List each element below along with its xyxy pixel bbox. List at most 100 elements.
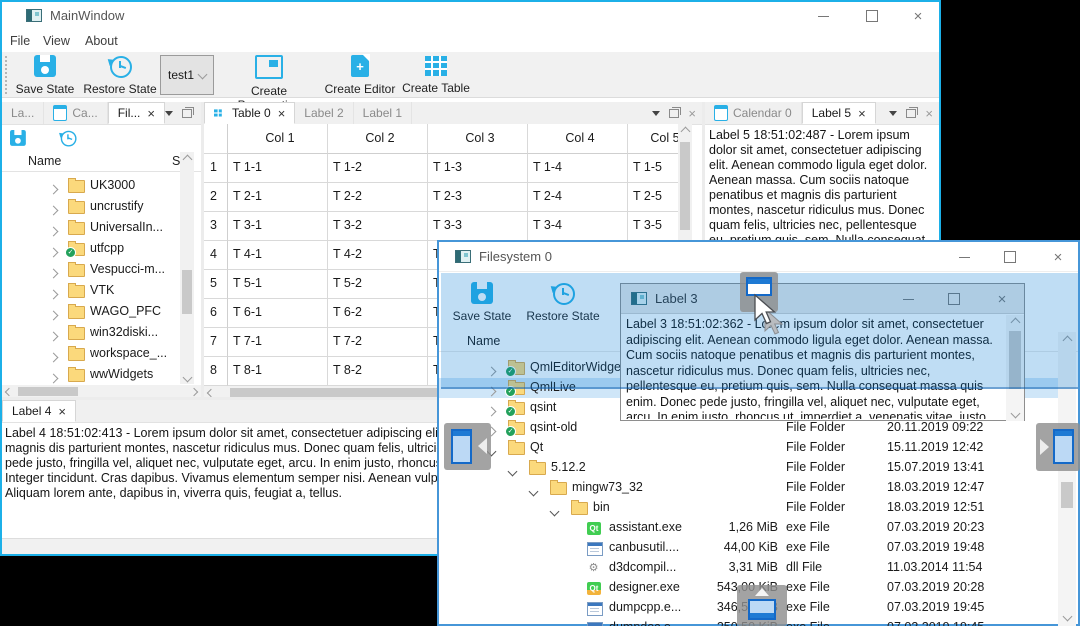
table-cell[interactable]: T 2-3 <box>428 183 528 212</box>
menu-about[interactable]: About <box>85 34 118 48</box>
expand-chevron-icon[interactable] <box>48 182 59 196</box>
tab-menu-icon[interactable] <box>889 110 898 116</box>
create-editor-button[interactable]: Create Editor <box>322 54 398 96</box>
expand-chevron-icon[interactable] <box>528 484 539 498</box>
table-cell[interactable]: T 8-2 <box>328 357 428 386</box>
fs-tree-item[interactable]: bin File Folder 18.03.2019 12:51 <box>439 498 1058 518</box>
expand-chevron-icon[interactable] <box>48 350 59 364</box>
row-header[interactable]: 8 <box>204 357 228 386</box>
undock-icon[interactable] <box>181 106 194 118</box>
undock-icon[interactable] <box>669 106 682 118</box>
close-button[interactable]: × <box>903 5 933 27</box>
minimize-button[interactable] <box>949 246 979 268</box>
tree-item[interactable]: win32diski... <box>2 323 180 344</box>
drop-indicator-left[interactable] <box>444 423 491 470</box>
table-cell[interactable]: T 1-1 <box>228 154 328 183</box>
drop-indicator-right[interactable] <box>1036 423 1080 471</box>
table-cell[interactable]: T 1-5 <box>628 154 678 183</box>
tab-filesystem[interactable]: Fil... × <box>107 102 165 124</box>
expand-chevron-icon[interactable] <box>486 404 497 418</box>
expand-chevron-icon[interactable] <box>48 329 59 343</box>
row-header[interactable]: 3 <box>204 212 228 241</box>
minimize-button[interactable] <box>808 5 838 27</box>
fs-tree-item[interactable]: qsint-old File Folder 20.11.2019 09:22 <box>439 418 1058 438</box>
tab-label0[interactable]: La... <box>2 102 45 124</box>
table-cell[interactable]: T 3-2 <box>328 212 428 241</box>
tab-calendar[interactable]: Ca... <box>44 102 108 124</box>
tab-close-icon[interactable]: × <box>278 106 286 121</box>
table-cell[interactable]: T 6-1 <box>228 299 328 328</box>
main-titlebar[interactable]: MainWindow × <box>2 2 939 30</box>
column-header[interactable]: Col 3 <box>428 124 528 154</box>
column-header[interactable]: Col 5 <box>628 124 678 154</box>
tree-item[interactable]: uncrustify <box>2 197 180 218</box>
table-cell[interactable]: T 2-2 <box>328 183 428 212</box>
tab-label1[interactable]: Label 1 <box>354 102 413 124</box>
table-cell[interactable]: T 4-2 <box>328 241 428 270</box>
table-cell[interactable]: T 7-1 <box>228 328 328 357</box>
tab-close-icon[interactable]: × <box>858 106 866 121</box>
tab-menu-icon[interactable] <box>164 110 173 116</box>
fs-tree-item[interactable]: ⚙ d3dcompil... 3,31 MiB dll File 11.03.2014 … <box>439 558 1058 578</box>
table-cell[interactable]: T 3-5 <box>628 212 678 241</box>
table-cell[interactable]: T 2-1 <box>228 183 328 212</box>
row-header[interactable]: 2 <box>204 183 228 212</box>
menu-file[interactable]: File <box>10 34 30 48</box>
dock-close-icon[interactable]: × <box>688 107 696 120</box>
table-cell[interactable]: T 1-3 <box>428 154 528 183</box>
toolbar-handle[interactable] <box>5 56 8 94</box>
expand-chevron-icon[interactable] <box>48 287 59 301</box>
fs-tree-item[interactable]: Qt File Folder 15.11.2019 12:42 <box>439 438 1058 458</box>
undock-icon[interactable] <box>906 106 919 118</box>
tree-item[interactable]: WAGO_PFC <box>2 302 180 323</box>
table-cell[interactable]: T 1-2 <box>328 154 428 183</box>
maximize-button[interactable] <box>995 246 1025 268</box>
tree-item[interactable]: Vespucci-m... <box>2 260 180 281</box>
expand-chevron-icon[interactable] <box>507 464 518 478</box>
expand-chevron-icon[interactable] <box>48 224 59 238</box>
row-header[interactable]: 1 <box>204 154 228 183</box>
tree-item[interactable]: UK3000 <box>2 176 180 197</box>
left-tree-vscrollbar[interactable] <box>180 152 194 384</box>
tree-item[interactable]: workspace_... <box>2 344 180 365</box>
fs-tree-item[interactable]: mingw73_32 File Folder 18.03.2019 12:47 <box>439 478 1058 498</box>
tab-table0[interactable]: Table 0 × <box>204 102 296 124</box>
expand-chevron-icon[interactable] <box>48 266 59 280</box>
expand-chevron-icon[interactable] <box>549 504 560 518</box>
table-cell[interactable]: T 3-4 <box>528 212 628 241</box>
column-header[interactable]: Col 2 <box>328 124 428 154</box>
perspective-combo[interactable]: test1 <box>160 55 214 95</box>
table-cell[interactable]: T 4-1 <box>228 241 328 270</box>
tab-close-icon[interactable]: × <box>147 106 155 121</box>
save-state-button[interactable]: Save State <box>12 55 78 96</box>
tree-item[interactable]: wwWidgets <box>2 365 180 384</box>
tab-menu-icon[interactable] <box>652 110 661 116</box>
maximize-button[interactable] <box>857 5 887 27</box>
save-icon[interactable] <box>10 130 26 146</box>
tree-item[interactable]: utfcpp <box>2 239 180 260</box>
table-cell[interactable]: T 1-4 <box>528 154 628 183</box>
table-cell[interactable]: T 3-3 <box>428 212 528 241</box>
table-cell[interactable]: T 5-2 <box>328 270 428 299</box>
table-cell[interactable]: T 5-1 <box>228 270 328 299</box>
expand-chevron-icon[interactable] <box>48 245 59 259</box>
expand-chevron-icon[interactable] <box>48 371 59 384</box>
restore-icon[interactable] <box>57 130 78 147</box>
table-cell[interactable]: T 8-1 <box>228 357 328 386</box>
tree-header[interactable]: Name Si: <box>2 152 201 172</box>
expand-chevron-icon[interactable] <box>48 308 59 322</box>
table-cell[interactable]: T 3-1 <box>228 212 328 241</box>
tab-calendar0[interactable]: Calendar 0 <box>705 102 802 124</box>
table-cell[interactable]: T 2-5 <box>628 183 678 212</box>
tree-item[interactable]: VTK <box>2 281 180 302</box>
row-header[interactable]: 5 <box>204 270 228 299</box>
row-header[interactable]: 4 <box>204 241 228 270</box>
menu-view[interactable]: View <box>43 34 70 48</box>
table-cell[interactable]: T 6-2 <box>328 299 428 328</box>
tree-item[interactable]: UniversalIn... <box>2 218 180 239</box>
table-cell[interactable]: T 2-4 <box>528 183 628 212</box>
column-header[interactable]: Col 4 <box>528 124 628 154</box>
column-header[interactable]: Col 1 <box>228 124 328 154</box>
close-button[interactable]: × <box>1043 246 1073 268</box>
drop-indicator-bottom[interactable] <box>737 585 787 626</box>
